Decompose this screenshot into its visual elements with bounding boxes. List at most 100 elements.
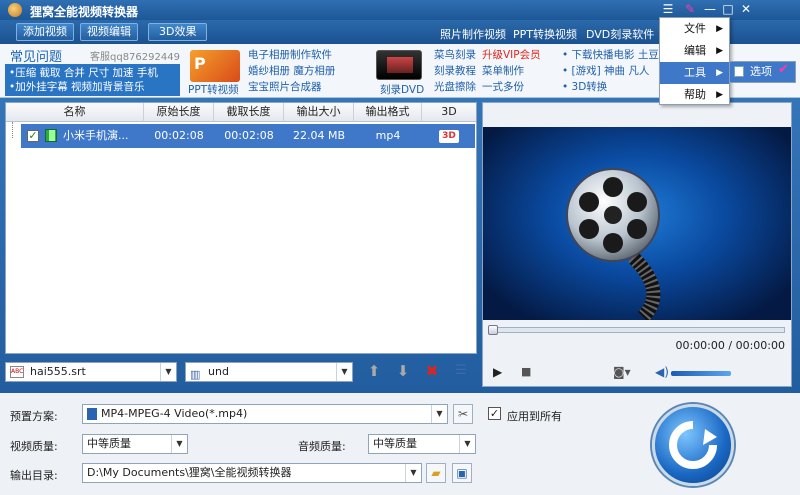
preset-value: MP4-MPEG-4 Video(*.mp4) [101, 407, 248, 420]
col-cut-length[interactable]: 截取长度 [214, 103, 284, 122]
edit-video-button[interactable]: 视频编辑 [80, 23, 138, 41]
chevron-down-icon[interactable]: ▼ [336, 363, 352, 381]
seek-bar[interactable] [488, 325, 785, 335]
stop-icon[interactable]: ■ [521, 365, 531, 378]
video-quality-label: 视频质量: [10, 440, 58, 453]
vip-link[interactable]: 升级VIP会员 [482, 47, 541, 63]
chevron-down-icon[interactable]: ▼ [459, 435, 475, 453]
preset-label: 预置方案: [10, 410, 58, 423]
app-window: 狸窝全能视频转换器 ☰ ✎ — □ ✕ 添加视频 视频编辑 3D效果 照片制作视… [0, 0, 800, 495]
move-down-icon[interactable]: ⬇ [394, 362, 412, 380]
menu-item-help[interactable]: 帮助 ▶ [660, 84, 729, 106]
faq-title[interactable]: 常见问题 [10, 46, 62, 65]
menu-icon[interactable]: ☰ [660, 2, 676, 17]
audio-quality-label: 音频质量: [298, 440, 346, 453]
subtitle-value: hai555.srt [30, 365, 86, 378]
chevron-down-icon[interactable]: ▼ [431, 405, 447, 423]
play-icon[interactable]: ▶ [493, 365, 502, 379]
menu-item-edit-label: 编辑 [684, 44, 706, 57]
album-links: 电子相册制作软件 婚纱相册 魔方相册 宝宝照片合成器 [248, 47, 335, 95]
promo-link-1[interactable]: • 下载快播电影 土豆 [562, 47, 662, 63]
menu-item-tools-label: 工具 [684, 66, 706, 79]
output-dir-select[interactable]: D:\My Documents\狸窝\全能视频转换器 ▼ [82, 463, 422, 483]
main-menu: 文件 ▶ 编辑 ▶ 工具 ▶ 帮助 ▶ [659, 17, 730, 105]
album-link-1[interactable]: 电子相册制作软件 [248, 47, 335, 63]
dvd-link-1[interactable]: 菜鸟刻录 [434, 47, 476, 63]
faq-line-1[interactable]: •压缩 截取 合并 尺寸 加速 手机 [9, 66, 176, 80]
volume-slider[interactable] [671, 371, 731, 376]
multi-copy-link[interactable]: 一式多份 [482, 79, 541, 95]
browse-folder-icon[interactable]: ▰ [426, 463, 446, 483]
burn-dvd-link[interactable]: 刻录DVD [380, 82, 424, 98]
album-link-3[interactable]: 宝宝照片合成器 [248, 79, 335, 95]
col-output-format[interactable]: 输出格式 [354, 103, 422, 122]
audio-quality-select[interactable]: 中等质量 ▼ [368, 434, 476, 454]
col-3d[interactable]: 3D [422, 103, 476, 122]
maximize-icon[interactable]: □ [720, 2, 736, 17]
audio-track-value: und [208, 365, 229, 378]
settings-tool-icon[interactable]: ✂ [453, 404, 473, 424]
ppt-icon[interactable]: P [190, 50, 240, 82]
dvd-software-link[interactable]: DVD刻录软件 [586, 26, 654, 42]
dvd-film-icon[interactable] [376, 50, 422, 80]
apply-all-label[interactable]: 应用到所有 [507, 408, 562, 424]
minimize-icon[interactable]: — [702, 2, 718, 17]
promo-link-2[interactable]: • [游戏] 神曲 凡人 [562, 63, 662, 79]
col-name[interactable]: 名称 [6, 103, 144, 122]
submenu-options-label: 选项 [750, 65, 772, 78]
faq-box: •压缩 截取 合并 尺寸 加速 手机 •加外挂字幕 视频加背景音乐 [5, 64, 180, 96]
seek-handle[interactable] [488, 325, 498, 335]
menu-item-tools[interactable]: 工具 ▶ [660, 62, 729, 84]
chevron-down-icon[interactable]: ▼ [405, 464, 421, 482]
chevron-down-icon[interactable]: ▼ [171, 435, 187, 453]
app-logo-icon [8, 3, 22, 17]
convert-button[interactable] [652, 404, 734, 486]
photo-video-link[interactable]: 照片制作视频 [440, 26, 506, 42]
album-link-2[interactable]: 婚纱相册 魔方相册 [248, 63, 335, 79]
preview-panel: 00:00:00 / 00:00:00 ▶ ■ ◙▾ ◀) [482, 102, 792, 387]
video-format-icon [87, 408, 97, 420]
submenu-options[interactable]: 选项 ✔ [729, 61, 796, 83]
row-original-length: 00:02:08 [154, 129, 204, 142]
move-up-icon[interactable]: ⬆ [365, 362, 383, 380]
delete-icon[interactable]: ✖ [423, 362, 441, 380]
col-output-size[interactable]: 输出大小 [284, 103, 354, 122]
video-quality-select[interactable]: 中等质量 ▼ [82, 434, 188, 454]
add-video-button[interactable]: 添加视频 [16, 23, 74, 41]
close-icon[interactable]: ✕ [738, 2, 754, 17]
snapshot-icon[interactable]: ◙▾ [613, 365, 631, 379]
video-file-icon [45, 129, 57, 142]
clear-list-icon[interactable]: ☰ [452, 362, 470, 380]
support-qq: 客服qq876292449 [90, 52, 180, 63]
preset-select[interactable]: MP4-MPEG-4 Video(*.mp4) ▼ [82, 404, 448, 424]
ppt-to-video-link[interactable]: PPT转视频 [188, 82, 239, 98]
row-checkbox[interactable]: ✓ [27, 130, 39, 142]
table-row[interactable]: ✓ 小米手机演... 00:02:08 00:02:08 22.04 MB mp… [21, 124, 475, 148]
menu-make-link[interactable]: 菜单制作 [482, 63, 541, 79]
skin-icon[interactable]: ✎ [682, 2, 698, 17]
audio-track-select[interactable]: ▥ und ▼ [185, 362, 353, 382]
dvd-links-b: 升级VIP会员 菜单制作 一式多份 [482, 47, 541, 95]
menu-item-file[interactable]: 文件 ▶ [660, 18, 729, 40]
promo-link-3[interactable]: • 3D转换 [562, 79, 662, 95]
row-cut-length: 00:02:08 [224, 129, 274, 142]
menu-item-edit[interactable]: 编辑 ▶ [660, 40, 729, 62]
dvd-link-2[interactable]: 刻录教程 [434, 63, 476, 79]
subtitle-select[interactable]: ABC hai555.srt ▼ [5, 362, 177, 382]
subtitle-icon: ABC [10, 366, 24, 378]
3d-badge-icon[interactable]: 3D [439, 130, 459, 143]
tree-line [12, 122, 13, 138]
dvd-link-3[interactable]: 光盘擦除 [434, 79, 476, 95]
cursor-icon: ✔ [778, 62, 789, 77]
3d-effect-button[interactable]: 3D效果 [148, 23, 208, 41]
chevron-right-icon: ▶ [716, 90, 723, 100]
volume-icon[interactable]: ◀) [655, 365, 669, 379]
faq-line-2[interactable]: •加外挂字幕 视频加背景音乐 [9, 80, 176, 94]
chevron-down-icon[interactable]: ▼ [160, 363, 176, 381]
open-folder-icon[interactable]: ▣ [452, 463, 472, 483]
preview-screen [483, 127, 791, 320]
film-reel-icon [566, 168, 661, 320]
apply-all-checkbox[interactable]: ✓ [488, 407, 501, 420]
col-original-length[interactable]: 原始长度 [144, 103, 214, 122]
ppt-video-link[interactable]: PPT转换视频 [513, 26, 577, 42]
